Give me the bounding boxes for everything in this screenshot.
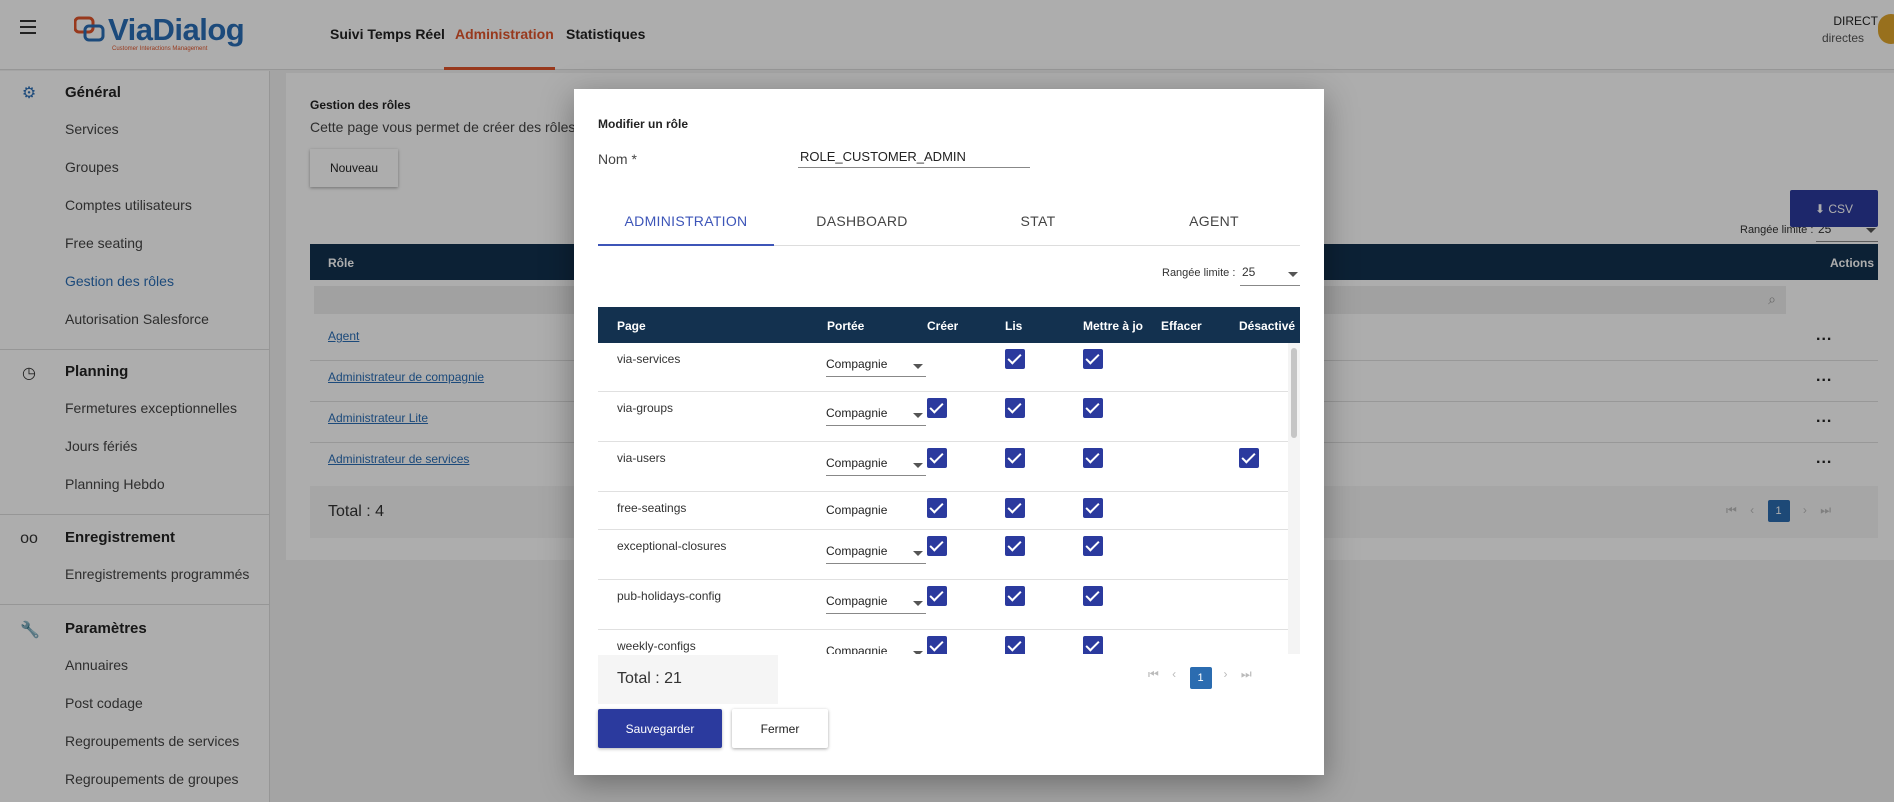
- prev-page-icon[interactable]: ‹: [1172, 667, 1176, 681]
- tab-agent[interactable]: AGENT: [1126, 203, 1302, 246]
- scope-value: Compagnie: [826, 594, 888, 608]
- page-number[interactable]: 1: [1189, 667, 1212, 689]
- page-name: free-seatings: [617, 501, 687, 515]
- dialog-title: Modifier un rôle: [598, 117, 688, 131]
- chevron-down-icon: [913, 364, 923, 369]
- col-create[interactable]: Créer: [927, 319, 958, 333]
- page-name: weekly-configs: [617, 639, 696, 653]
- last-page-icon[interactable]: ⏭: [1241, 667, 1252, 681]
- page-name: via-groups: [617, 401, 674, 415]
- table-row: exceptional-closures Compagnie: [598, 530, 1288, 580]
- tab-stat[interactable]: STAT: [950, 203, 1126, 246]
- update-checkbox[interactable]: [1083, 586, 1103, 606]
- role-name-input[interactable]: [798, 146, 1030, 168]
- read-checkbox[interactable]: [1005, 398, 1025, 418]
- scrollbar-thumb[interactable]: [1291, 348, 1297, 438]
- permissions-pagination: ⏮ ‹ 1 › ⏭: [1148, 667, 1298, 691]
- table-row: via-groups Compagnie: [598, 392, 1288, 442]
- table-scrollbar[interactable]: [1288, 343, 1300, 654]
- scope-select[interactable]: Compagnie: [826, 503, 926, 523]
- scope-value: Compagnie: [826, 406, 888, 420]
- next-page-icon[interactable]: ›: [1224, 667, 1228, 681]
- permissions-total: Total : 21: [617, 670, 682, 687]
- create-checkbox[interactable]: [927, 498, 947, 518]
- table-row: weekly-configs Compagnie: [598, 630, 1288, 654]
- chevron-down-icon: [913, 551, 923, 556]
- scope-value: Compagnie: [826, 456, 888, 470]
- scope-select[interactable]: Compagnie: [826, 644, 926, 654]
- scope-select[interactable]: Compagnie: [826, 357, 926, 377]
- read-checkbox[interactable]: [1005, 536, 1025, 556]
- tab-active-indicator: [598, 244, 774, 246]
- read-checkbox[interactable]: [1005, 586, 1025, 606]
- chevron-down-icon: [913, 413, 923, 418]
- table-row: via-users Compagnie: [598, 442, 1288, 492]
- col-scope[interactable]: Portée: [827, 319, 864, 333]
- scope-select[interactable]: Compagnie: [826, 406, 926, 426]
- read-checkbox[interactable]: [1005, 636, 1025, 654]
- disable-checkbox[interactable]: [1239, 448, 1259, 468]
- update-checkbox[interactable]: [1083, 636, 1103, 654]
- scope-value: Compagnie: [826, 644, 888, 654]
- col-disabled[interactable]: Désactivé: [1239, 319, 1299, 333]
- table-row: free-seatings Compagnie: [598, 492, 1288, 530]
- scope-select[interactable]: Compagnie: [826, 456, 926, 476]
- update-checkbox[interactable]: [1083, 536, 1103, 556]
- create-checkbox[interactable]: [927, 636, 947, 654]
- col-update[interactable]: Mettre à jo: [1083, 319, 1143, 333]
- create-checkbox[interactable]: [927, 586, 947, 606]
- name-label: Nom *: [598, 151, 637, 167]
- permissions-table: Page Portée Créer Lis Mettre à jo Efface…: [598, 307, 1300, 654]
- tab-dashboard[interactable]: DASHBOARD: [774, 203, 950, 246]
- chevron-down-icon: [1288, 272, 1298, 277]
- update-checkbox[interactable]: [1083, 349, 1103, 369]
- read-checkbox[interactable]: [1005, 448, 1025, 468]
- close-button[interactable]: Fermer: [732, 709, 828, 748]
- edit-role-dialog: Modifier un rôle Nom * ADMINISTRATION DA…: [574, 89, 1324, 775]
- create-checkbox[interactable]: [927, 448, 947, 468]
- permissions-table-body: via-services Compagnie via-groups Compagnie…: [598, 343, 1288, 654]
- create-checkbox[interactable]: [927, 398, 947, 418]
- scope-value: Compagnie: [826, 503, 888, 517]
- page-name: exceptional-closures: [617, 539, 727, 553]
- scope-value: Compagnie: [826, 544, 888, 558]
- page-name: pub-holidays-config: [617, 589, 722, 603]
- read-checkbox[interactable]: [1005, 498, 1025, 518]
- row-limit-label: Rangée limite :: [1162, 267, 1236, 279]
- col-read[interactable]: Lis: [1005, 319, 1022, 333]
- chevron-down-icon: [913, 601, 923, 606]
- scope-value: Compagnie: [826, 357, 888, 371]
- permission-tabs: ADMINISTRATION DASHBOARD STAT AGENT: [598, 203, 1300, 246]
- page-name: via-services: [617, 352, 681, 366]
- create-checkbox[interactable]: [927, 536, 947, 556]
- update-checkbox[interactable]: [1083, 498, 1103, 518]
- tab-administration[interactable]: ADMINISTRATION: [598, 203, 774, 246]
- read-checkbox[interactable]: [1005, 349, 1025, 369]
- chevron-down-icon: [913, 463, 923, 468]
- update-checkbox[interactable]: [1083, 448, 1103, 468]
- table-row: pub-holidays-config Compagnie: [598, 580, 1288, 630]
- row-limit-select[interactable]: 25: [1240, 265, 1300, 286]
- permissions-total-bar: Total : 21: [598, 655, 778, 704]
- update-checkbox[interactable]: [1083, 398, 1103, 418]
- table-row: via-services Compagnie: [598, 343, 1288, 392]
- first-page-icon[interactable]: ⏮: [1148, 667, 1159, 681]
- row-limit-value: 25: [1242, 265, 1256, 279]
- col-delete[interactable]: Effacer: [1161, 319, 1202, 333]
- scope-select[interactable]: Compagnie: [826, 594, 926, 614]
- permissions-table-header: Page Portée Créer Lis Mettre à jo Efface…: [598, 307, 1300, 343]
- chevron-down-icon: [913, 651, 923, 654]
- page-name: via-users: [617, 451, 666, 465]
- scope-select[interactable]: Compagnie: [826, 544, 926, 564]
- save-button[interactable]: Sauvegarder: [598, 709, 722, 748]
- col-page[interactable]: Page: [617, 319, 646, 333]
